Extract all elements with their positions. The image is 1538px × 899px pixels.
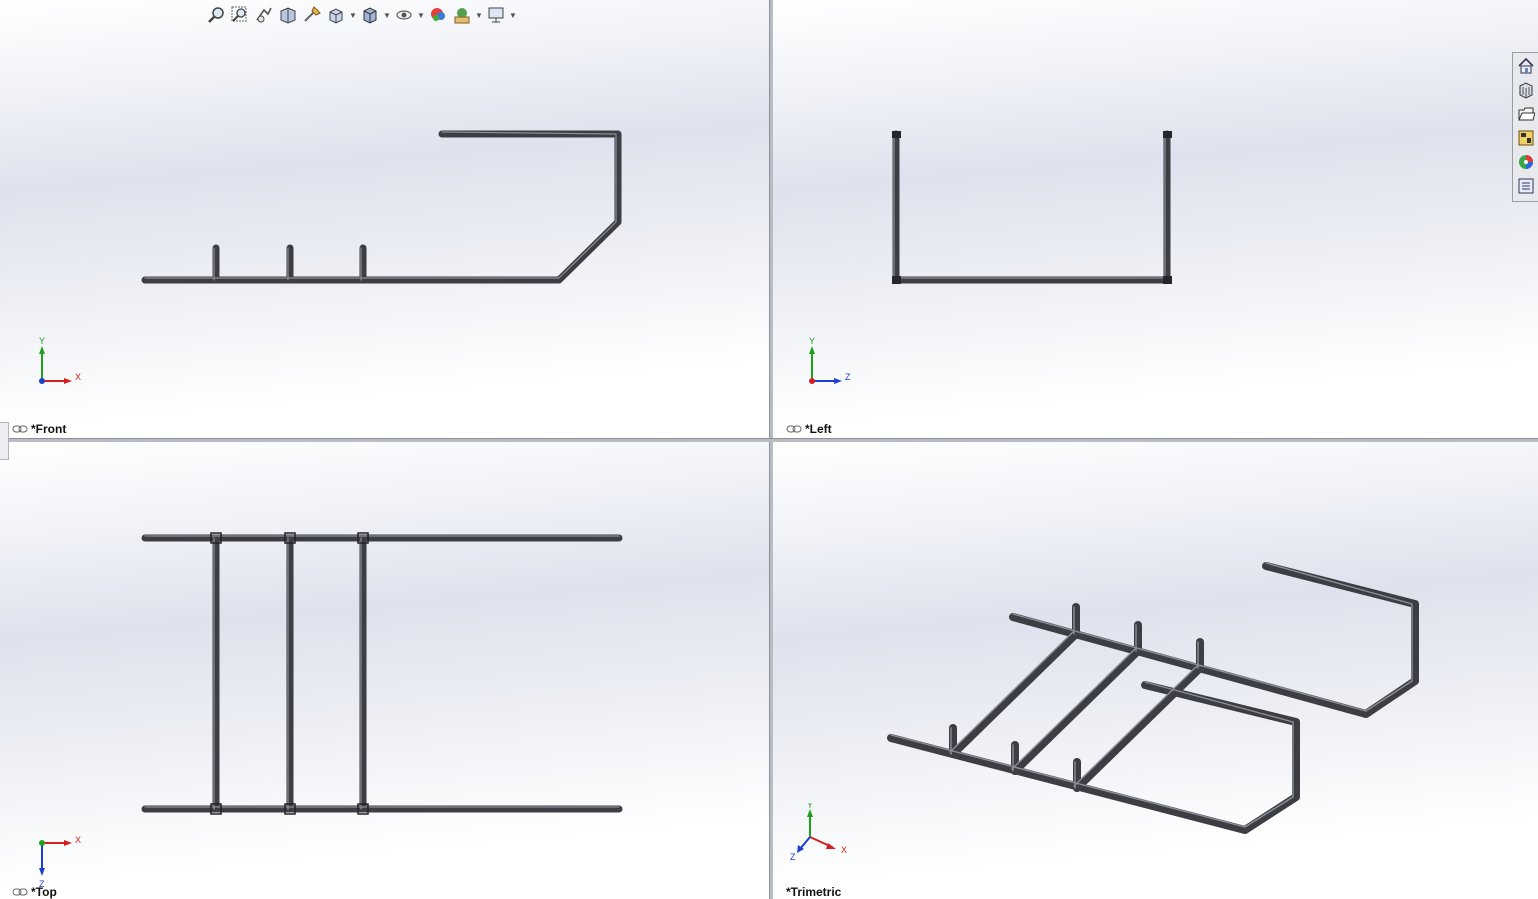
front-view-model[interactable] (0, 0, 769, 438)
file-explorer-icon[interactable] (1515, 103, 1537, 125)
design-library-icon[interactable] (1515, 79, 1537, 101)
front-reference-triad: Y X (39, 336, 81, 384)
viewport-trimetric[interactable]: Y X Z *Trimetric (772, 441, 1538, 899)
edit-appearance-icon[interactable] (427, 4, 449, 26)
appearances-icon[interactable] (1515, 151, 1537, 173)
link-views-icon[interactable] (12, 425, 28, 433)
left-view-name: *Left (805, 422, 832, 436)
heads-up-view-toolbar: ▼ ▼ ▼ ▼ ▼ (205, 3, 517, 27)
viewport-front[interactable]: ▼ ▼ ▼ ▼ ▼ Y X *Front (0, 0, 769, 438)
display-style-dropdown-icon[interactable]: ▼ (383, 4, 391, 26)
front-axis-y-label: Y (39, 336, 45, 346)
horizontal-viewport-splitter[interactable] (0, 438, 1538, 442)
view-settings-dropdown-icon[interactable]: ▼ (509, 4, 517, 26)
top-view-name: *Top (31, 885, 57, 899)
dynamic-annotation-icon[interactable] (301, 4, 323, 26)
viewport-left[interactable]: Y Z *Left (772, 0, 1538, 438)
top-view-label[interactable]: *Top (12, 885, 57, 899)
view-palette-icon[interactable] (1515, 127, 1537, 149)
left-view-label[interactable]: *Left (786, 422, 832, 436)
zoom-to-area-icon[interactable] (229, 4, 251, 26)
trimetric-axis-z-label: Z (790, 852, 796, 862)
zoom-to-fit-icon[interactable] (205, 4, 227, 26)
viewport-top[interactable]: Z X *Top (0, 441, 769, 899)
custom-properties-icon[interactable] (1515, 175, 1537, 197)
previous-view-icon[interactable] (253, 4, 275, 26)
task-pane-tabs (1512, 52, 1538, 202)
front-view-label[interactable]: *Front (12, 422, 66, 436)
trimetric-view-label[interactable]: *Trimetric (786, 885, 841, 899)
top-axis-x-label: X (75, 835, 81, 845)
link-views-icon[interactable] (786, 425, 802, 433)
view-orientation-icon[interactable] (325, 4, 347, 26)
trimetric-axis-y-label: Y (807, 803, 813, 810)
trimetric-view-model[interactable] (772, 441, 1538, 899)
top-view-model[interactable] (0, 441, 769, 899)
left-reference-triad: Y Z (809, 336, 851, 384)
section-view-icon[interactable] (277, 4, 299, 26)
front-axis-x-label: X (75, 372, 81, 382)
hide-show-items-icon[interactable] (393, 4, 415, 26)
front-view-name: *Front (31, 422, 67, 436)
trimetric-view-name: *Trimetric (786, 885, 842, 899)
top-reference-triad: Z X (39, 835, 81, 889)
view-orientation-dropdown-icon[interactable]: ▼ (349, 4, 357, 26)
left-axis-y-label: Y (809, 336, 815, 346)
vertical-viewport-splitter[interactable] (769, 0, 773, 899)
link-views-icon[interactable] (12, 888, 28, 896)
trimetric-reference-triad: Y X Z (790, 803, 847, 862)
hide-show-dropdown-icon[interactable]: ▼ (417, 4, 425, 26)
apply-scene-icon[interactable] (451, 4, 473, 26)
trimetric-axis-x-label: X (841, 845, 847, 855)
apply-scene-dropdown-icon[interactable]: ▼ (475, 4, 483, 26)
display-style-icon[interactable] (359, 4, 381, 26)
left-axis-z-label: Z (845, 372, 851, 382)
home-icon[interactable] (1515, 55, 1537, 77)
view-settings-icon[interactable] (485, 4, 507, 26)
feature-manager-collapse-handle[interactable] (0, 422, 9, 460)
left-view-model[interactable] (772, 0, 1538, 438)
